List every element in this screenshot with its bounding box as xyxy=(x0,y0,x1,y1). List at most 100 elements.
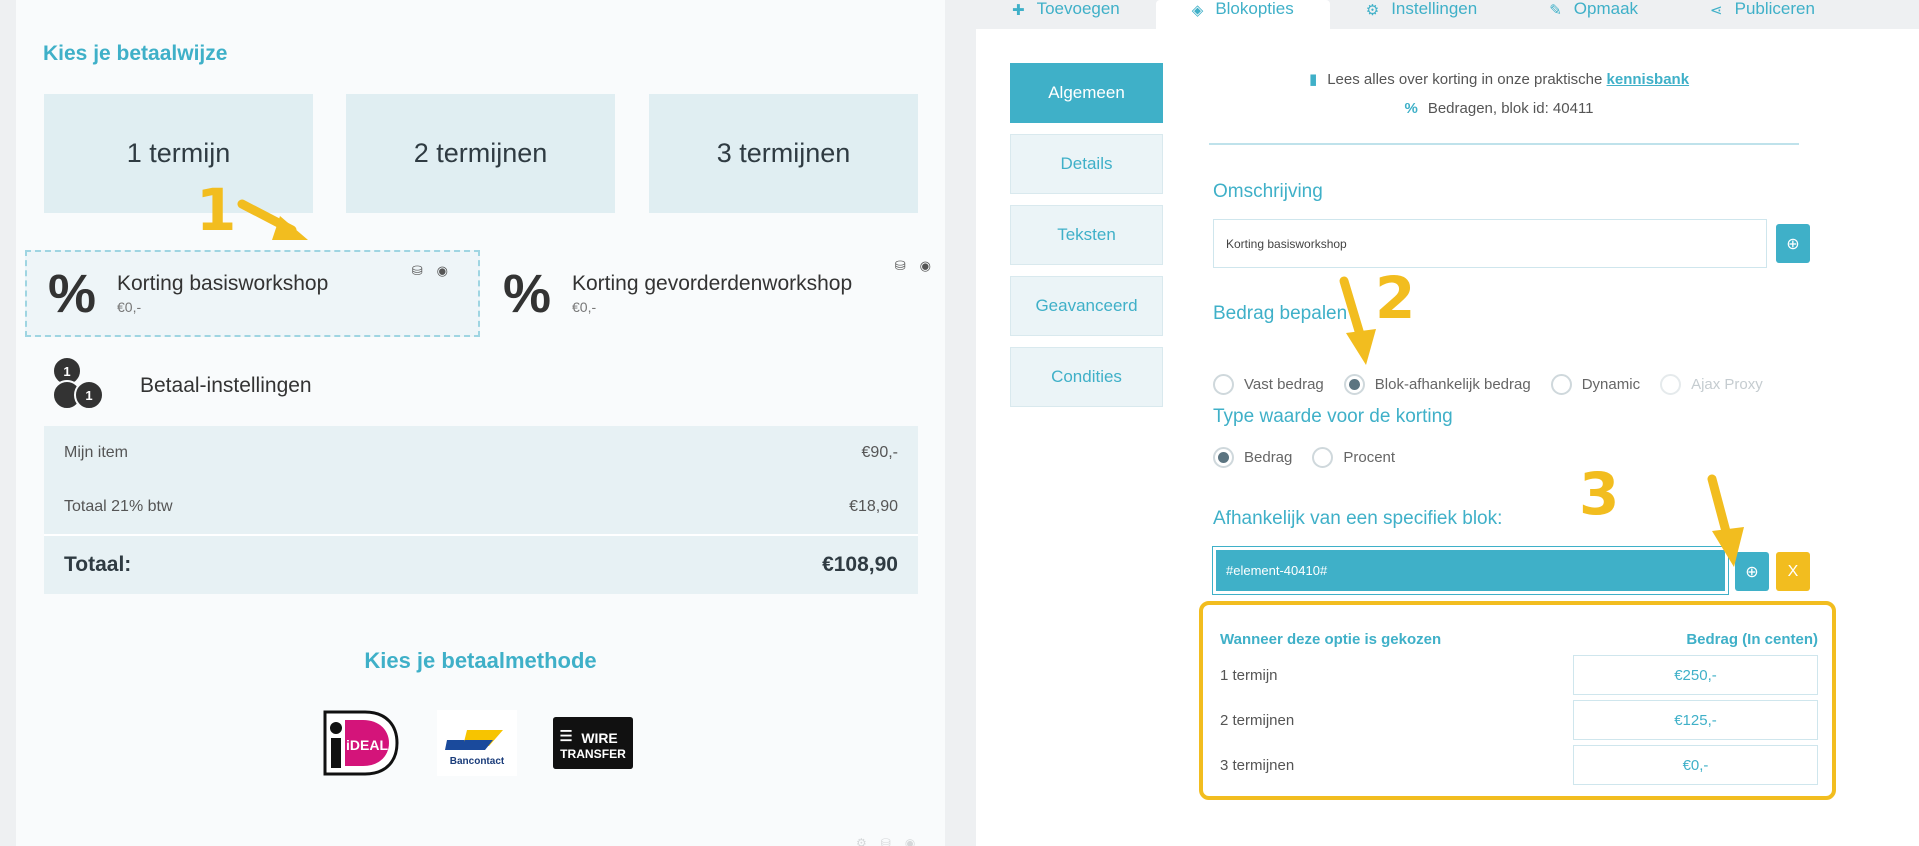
type-radio-group: Bedrag Procent xyxy=(1213,447,1415,468)
discount-block-gevorderd[interactable]: % Korting gevorderdenworkshop €0,- ⛁◉ xyxy=(482,250,945,337)
nav-details[interactable]: Details xyxy=(1010,134,1163,194)
radio-bedrag[interactable]: Bedrag xyxy=(1213,447,1292,468)
mapping-row: 1 termijn €250,- xyxy=(1220,655,1818,695)
summary-label: Mijn item xyxy=(64,444,129,461)
eye-hidden-icon: ◉ xyxy=(904,836,930,846)
percent-icon: % xyxy=(47,263,96,324)
annotation-arrow-icon xyxy=(237,199,308,240)
tab-toevoegen[interactable]: ✚ Toevoegen xyxy=(976,0,1156,29)
tab-instellingen[interactable]: ⚙ Instellingen xyxy=(1330,0,1513,29)
radio-label: Procent xyxy=(1343,449,1396,466)
tab-opmaak[interactable]: ✎ Opmaak xyxy=(1513,0,1674,29)
bancontact-logo[interactable]: Bancontact xyxy=(437,710,517,776)
radio-procent[interactable]: Procent xyxy=(1312,447,1395,468)
ideal-logo[interactable]: iDEAL xyxy=(321,710,401,776)
radio-label: Bedrag xyxy=(1244,449,1293,466)
eye-hidden-icon[interactable]: ◉ xyxy=(437,263,462,278)
settings-icon: ⚙ xyxy=(856,836,881,846)
cube-icon: ◈ xyxy=(1191,2,1204,19)
summary-row: Mijn item €90,- xyxy=(44,426,918,480)
eye-hidden-icon[interactable]: ◉ xyxy=(920,258,945,273)
variable-picker-button[interactable]: ⊕ xyxy=(1776,224,1810,263)
payment-settings-row[interactable]: 1 1 Betaal-instellingen xyxy=(52,356,312,416)
mapping-option: 1 termijn xyxy=(1220,666,1278,684)
payment-term-title: Kies je betaalwijze xyxy=(43,42,228,65)
plus-icon: ✚ xyxy=(1012,2,1025,19)
tab-label: Publiceren xyxy=(1734,0,1815,18)
annotation-arrow-icon xyxy=(1339,276,1376,365)
nav-geavanceerd[interactable]: Geavanceerd xyxy=(1010,276,1163,336)
summary-value: €18,90 xyxy=(849,498,898,515)
options-content: ▮ Lees alles over korting in onze praktis… xyxy=(1199,29,1919,846)
mapping-amount-input[interactable]: €0,- xyxy=(1573,745,1818,785)
kennisbank-link[interactable]: kennisbank xyxy=(1607,71,1690,88)
element-selector-input[interactable]: #element-40410# xyxy=(1212,546,1729,595)
bedrag-radio-group: Vast bedrag Blok-afhankelijk bedrag Dyna… xyxy=(1213,374,1783,395)
term-option-2[interactable]: 2 termijnen xyxy=(346,94,615,213)
radio-vast-bedrag[interactable]: Vast bedrag xyxy=(1213,374,1324,395)
omschrijving-input[interactable]: Korting basisworkshop xyxy=(1213,219,1767,268)
discount-block-basis[interactable]: % Korting basisworkshop €0,- ⛁◉ xyxy=(25,250,480,337)
coins-icon: 1 1 xyxy=(52,356,110,416)
total-value: €108,90 xyxy=(822,553,898,576)
mapping-head-amount: Bedrag (In centen) xyxy=(1686,631,1818,648)
wire-transfer-logo[interactable]: WIRE TRANSFER xyxy=(553,710,633,776)
radio-label: Vast bedrag xyxy=(1244,376,1324,393)
share-icon: ⋖ xyxy=(1710,2,1723,19)
total-label: Totaal: xyxy=(64,553,132,576)
radio-dot xyxy=(1343,374,1365,395)
mapping-amount-input[interactable]: €250,- xyxy=(1573,655,1818,695)
tab-blokopties[interactable]: ◈ Blokopties xyxy=(1155,0,1330,29)
discount-title: Korting basisworkshop xyxy=(117,272,329,295)
nav-condities[interactable]: Condities xyxy=(1010,347,1163,407)
tab-label: Instellingen xyxy=(1391,0,1478,18)
payment-methods: iDEAL Bancontact WIRE TRANSFER xyxy=(321,710,633,776)
summary-value: €90,- xyxy=(861,444,898,461)
clear-element-button[interactable]: X xyxy=(1776,552,1810,591)
mapping-option: 3 termijnen xyxy=(1220,756,1295,774)
svg-text:TRANSFER: TRANSFER xyxy=(560,747,626,761)
block-options-panel: Algemeen Details Teksten Geavanceerd Con… xyxy=(976,29,1919,846)
term-option-3[interactable]: 3 termijnen xyxy=(649,94,918,213)
summary-total-row: Totaal: €108,90 xyxy=(44,534,918,594)
divider xyxy=(1209,143,1799,145)
mapping-option: 2 termijnen xyxy=(1220,711,1295,729)
mapping-amount-input[interactable]: €125,- xyxy=(1573,700,1818,740)
nav-teksten[interactable]: Teksten xyxy=(1010,205,1163,265)
kb-text: Lees alles over korting in onze praktisc… xyxy=(1327,71,1603,88)
coins-settings-icon[interactable]: ⛁ xyxy=(895,258,920,273)
svg-text:WIRE: WIRE xyxy=(581,730,617,746)
afhankelijk-label: Afhankelijk van een specifiek blok: xyxy=(1213,508,1503,529)
radio-dot xyxy=(1660,374,1682,395)
discount-amount: €0,- xyxy=(572,299,597,315)
payment-settings-label: Betaal-instellingen xyxy=(140,374,312,397)
knowledge-base-line: ▮ Lees alles over korting in onze praktis… xyxy=(1199,70,1799,88)
term-option-label: 2 termijnen xyxy=(413,138,548,168)
side-nav: Algemeen Details Teksten Geavanceerd Con… xyxy=(1010,63,1163,418)
tab-label: Blokopties xyxy=(1215,0,1294,18)
radio-label: Ajax Proxy xyxy=(1691,376,1763,393)
block-actions: ⛁◉ xyxy=(895,258,945,274)
tab-label: Toevoegen xyxy=(1036,0,1120,18)
payment-method-title: Kies je betaalmethode xyxy=(364,648,597,673)
nav-algemeen[interactable]: Algemeen xyxy=(1010,63,1163,123)
tab-publiceren[interactable]: ⋖ Publiceren xyxy=(1674,0,1851,29)
term-option-label: 1 termijn xyxy=(126,138,231,168)
preview-panel: Kies je betaalwijze 1 termijn 2 termijne… xyxy=(16,0,945,846)
summary-row: Totaal 21% btw €18,90 xyxy=(44,480,918,534)
term-option-label: 3 termijnen xyxy=(716,138,851,168)
radio-blok-afhankelijk[interactable]: Blok-afhankelijk bedrag xyxy=(1343,374,1531,395)
faint-block-actions: ⚙⛁◉ xyxy=(856,836,929,846)
radio-dot xyxy=(1312,447,1334,468)
radio-dot xyxy=(1213,374,1234,395)
discount-amount: €0,- xyxy=(117,299,142,315)
gear-icon: ⚙ xyxy=(1365,2,1380,19)
crosshair-icon: ⊕ xyxy=(1786,235,1800,253)
radio-ajax-proxy: Ajax Proxy xyxy=(1660,374,1763,395)
radio-dynamic[interactable]: Dynamic xyxy=(1550,374,1640,395)
omschrijving-label: Omschrijving xyxy=(1213,181,1323,202)
coins-settings-icon[interactable]: ⛁ xyxy=(412,263,437,278)
svg-text:Bancontact: Bancontact xyxy=(450,756,505,767)
mapping-row: 3 termijnen €0,- xyxy=(1220,745,1818,785)
annotation-number-2: 2 xyxy=(1375,264,1416,332)
